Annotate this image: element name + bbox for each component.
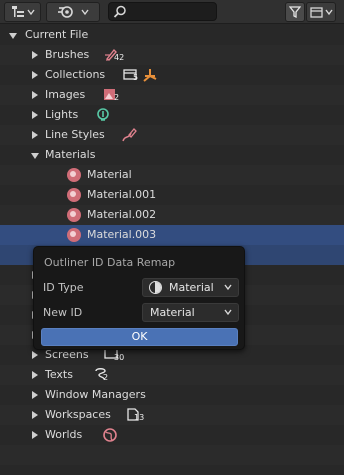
outliner-header — [0, 0, 344, 24]
expand-arrow-icon[interactable] — [32, 351, 38, 359]
tree-item-label: Line Styles — [45, 128, 105, 141]
item-count: 42 — [114, 53, 125, 62]
item-count: 13 — [134, 413, 145, 422]
tree-row-lights[interactable]: Lights — [0, 105, 344, 125]
tree-item-label: Current File — [25, 28, 89, 41]
material-icon — [67, 208, 81, 222]
expand-arrow-icon[interactable] — [32, 51, 38, 59]
new-id-value: Material — [150, 306, 195, 319]
collapse-arrow-icon[interactable] — [31, 153, 39, 159]
new-collection-button[interactable] — [306, 2, 336, 22]
tree-row-line-styles[interactable]: Line Styles — [0, 125, 344, 145]
new-id-label: New ID — [43, 306, 83, 319]
material-type-icon — [149, 281, 162, 294]
tree-row-current-file[interactable]: Current File — [0, 25, 344, 45]
tree-row-materials[interactable]: Materials — [0, 145, 344, 165]
expand-arrow-icon[interactable] — [32, 411, 38, 419]
expand-arrow-icon[interactable] — [32, 71, 38, 79]
light-icon — [97, 108, 109, 121]
expand-arrow-icon[interactable] — [32, 111, 38, 119]
outliner-tree-icon — [11, 6, 24, 17]
item-count: 2 — [103, 373, 109, 382]
tree-row-material[interactable]: Material — [0, 165, 344, 185]
tree-item-label: Collections — [45, 68, 106, 81]
item-count: 2 — [114, 93, 120, 102]
popup-title: Outliner ID Data Remap — [44, 256, 176, 269]
tree-row-workspaces[interactable]: Workspaces 13 — [0, 405, 344, 425]
item-count: 5 — [133, 73, 139, 82]
tree-row-material-003[interactable]: Material.003 — [0, 225, 344, 245]
id-type-value: Material — [169, 281, 214, 294]
item-count: 30 — [114, 353, 125, 362]
tree-item-label: Materials — [45, 148, 96, 161]
view-layer-icon — [58, 6, 73, 18]
tree-row-material-002[interactable]: Material.002 — [0, 205, 344, 225]
expand-arrow-icon[interactable] — [9, 33, 17, 39]
tree-empty-row — [0, 445, 344, 465]
tree-item-label: Material.001 — [87, 188, 157, 201]
tree-item-label: Material.002 — [87, 208, 157, 221]
tree-item-label: Material — [87, 168, 132, 181]
world-icon — [103, 428, 117, 442]
tree-row-worlds[interactable]: Worlds — [0, 425, 344, 445]
tree-row-material-001[interactable]: Material.001 — [0, 185, 344, 205]
chevron-down-icon — [81, 9, 89, 16]
tree-item-label: Workspaces — [45, 408, 111, 421]
line-style-icon — [122, 128, 137, 142]
tree-row-window-managers[interactable]: Window Managers — [0, 385, 344, 405]
material-icon — [67, 188, 81, 202]
chevron-down-icon — [324, 9, 333, 16]
id-data-remap-popup: Outliner ID Data Remap ID Type Material … — [33, 246, 245, 350]
chevron-down-icon — [224, 284, 232, 291]
ok-button[interactable]: OK — [41, 328, 238, 346]
view-layer-mode-button[interactable] — [46, 2, 100, 22]
chevron-down-icon — [26, 9, 35, 16]
tree-item-label: Worlds — [45, 428, 83, 441]
search-input[interactable] — [108, 2, 217, 21]
tree-item-label: Lights — [45, 108, 79, 121]
material-icon — [67, 228, 81, 242]
tree-row-collections[interactable]: Collections 5 — [0, 65, 344, 85]
id-type-label: ID Type — [43, 281, 84, 294]
filter-icon — [289, 6, 301, 18]
tree-row-texts[interactable]: Texts 2 — [0, 365, 344, 385]
id-type-dropdown[interactable]: Material — [142, 278, 239, 297]
new-id-dropdown[interactable]: Material — [142, 303, 239, 322]
tree-item-label: Window Managers — [45, 388, 146, 401]
search-icon — [113, 5, 126, 18]
chevron-down-icon — [224, 309, 232, 316]
expand-arrow-icon[interactable] — [32, 131, 38, 139]
tree-item-label: Material.003 — [87, 228, 157, 241]
display-mode-button[interactable] — [4, 2, 41, 22]
armature-icon — [143, 69, 157, 82]
material-icon — [67, 168, 81, 182]
expand-arrow-icon[interactable] — [32, 391, 38, 399]
tree-item-label: Texts — [45, 368, 73, 381]
tree-row-brushes[interactable]: Brushes 42 — [0, 45, 344, 65]
tree-item-label: Brushes — [45, 48, 90, 61]
tree-item-label: Images — [45, 88, 86, 101]
expand-arrow-icon[interactable] — [32, 91, 38, 99]
expand-arrow-icon[interactable] — [32, 431, 38, 439]
collection-box-icon — [309, 7, 323, 18]
filter-button[interactable] — [285, 2, 305, 22]
tree-row-images[interactable]: Images 2 — [0, 85, 344, 105]
expand-arrow-icon[interactable] — [32, 371, 38, 379]
